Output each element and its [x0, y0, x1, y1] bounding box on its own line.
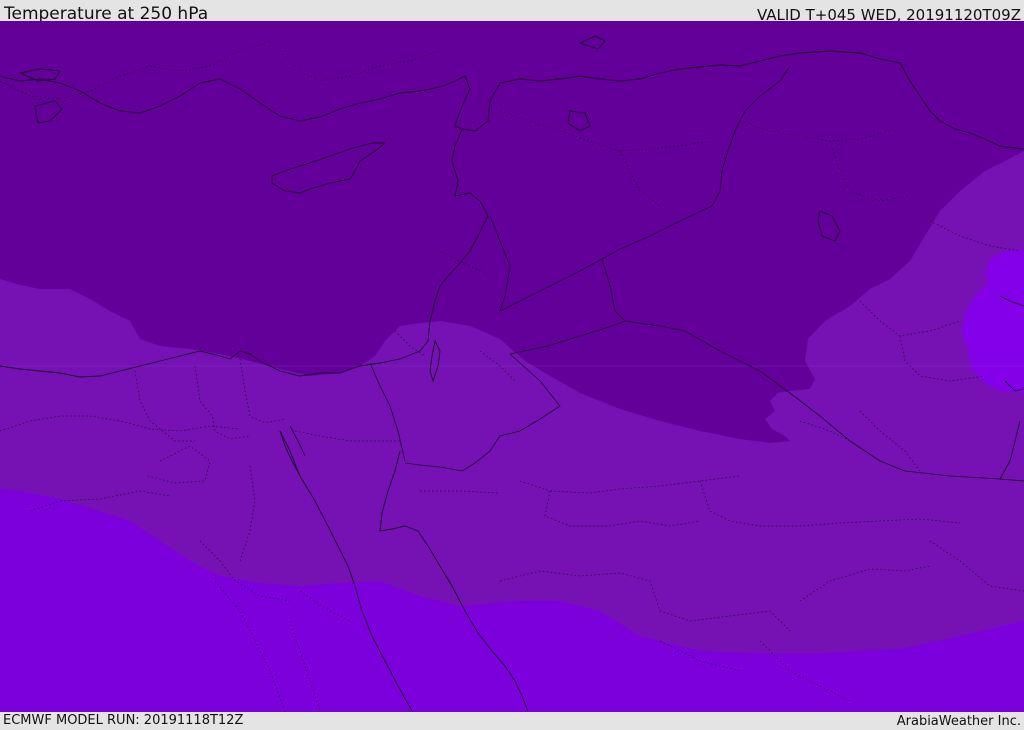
header-bar: Temperature at 250 hPa VALID T+045 WED, … — [0, 0, 1024, 24]
temperature-map — [0, 21, 1024, 712]
model-run-label: ECMWF MODEL RUN: 20191118T12Z — [3, 713, 244, 728]
map-canvas — [0, 21, 1024, 712]
credit-label: ArabiaWeather Inc. — [896, 714, 1021, 729]
footer-bar: ECMWF MODEL RUN: 20191118T12Z ArabiaWeat… — [0, 712, 1024, 729]
